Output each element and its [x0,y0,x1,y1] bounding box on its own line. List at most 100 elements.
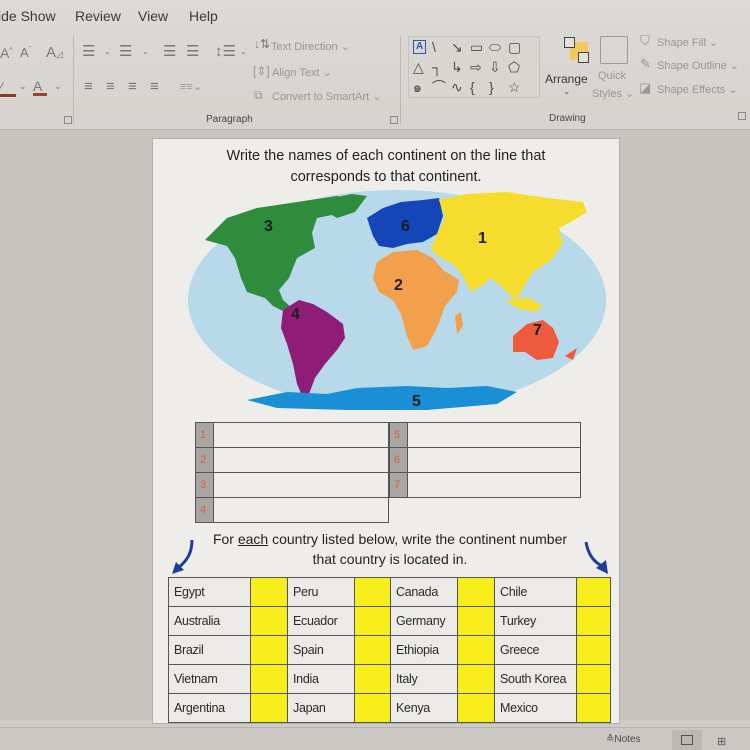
smartart-icon[interactable]: ⧉ [254,89,263,101]
continent-number-field[interactable] [576,664,611,694]
align-text-button[interactable]: Align Text ⌄ [272,66,332,79]
continent-number-field[interactable] [457,635,495,665]
tab-review[interactable]: Review [75,8,121,24]
quick-styles-button[interactable]: Quick Styles ⌄ [592,36,634,102]
ribbon: ide Show Review View Help A^ Aˇ A◿ ∕ ⌄ A… [0,0,750,130]
shape-option[interactable]: ⌒ [432,80,446,94]
slide-sorter-button[interactable]: ⊞ [708,730,738,750]
shape-fill-button[interactable]: Shape Fill ⌄ [657,36,718,49]
world-map [188,190,606,410]
tab-slide-show[interactable]: ide Show [0,8,56,24]
text-box-shape[interactable]: A [413,40,427,54]
shape-option[interactable]: ┐ [432,60,442,74]
continent-number-field[interactable] [354,635,391,665]
shrink-font-icon[interactable]: Aˇ [20,46,31,59]
shape-outline-icon[interactable]: ✎ [640,57,651,70]
shape-outline-button[interactable]: Shape Outline ⌄ [657,59,739,72]
continent-number-field[interactable] [576,693,611,723]
decrease-indent-icon[interactable]: ☰ [163,44,176,59]
continent-number-field[interactable] [250,635,288,665]
continent-label-4: 4 [291,306,300,323]
answer-field[interactable] [407,422,581,448]
drawing-dialog-launcher-icon[interactable] [738,112,746,120]
justify-icon[interactable]: ≡ [150,79,159,94]
clear-formatting-icon[interactable]: A◿ [46,45,63,60]
answer-field[interactable] [407,472,581,498]
drawing-group-label: Drawing [549,113,586,124]
shape-option[interactable]: { [470,80,475,94]
tab-view[interactable]: View [138,8,168,24]
chevron-down-icon[interactable]: ⌄ [240,48,247,56]
shape-fill-icon[interactable]: ⛉ [640,34,650,47]
numbering-icon[interactable]: ☰ [119,44,132,59]
normal-view-icon [681,735,693,745]
shape-option[interactable]: ⬠ [508,60,520,74]
text-direction-label: Text Direction [271,41,338,53]
grow-font-icon[interactable]: A^ [0,46,13,60]
shape-option[interactable]: ↳ [451,60,463,74]
continent-number-field[interactable] [457,606,495,636]
align-right-icon[interactable]: ≡ [128,79,137,94]
font-color-icon[interactable]: A [33,79,47,96]
chevron-down-icon[interactable]: ⌄ [54,82,62,91]
shape-option[interactable]: ∿ [451,80,463,94]
country-name: Turkey [494,606,577,636]
arrange-label: Arrange [545,72,588,86]
answer-field[interactable] [213,422,389,448]
continent-number-field[interactable] [576,606,611,636]
answer-field[interactable] [407,447,581,473]
shape-option[interactable]: } [489,80,494,94]
chevron-down-icon[interactable]: ⌄ [19,82,27,91]
continent-number-field[interactable] [354,606,391,636]
font-dialog-launcher-icon[interactable] [64,116,72,124]
shape-option[interactable]: \ [432,40,436,54]
continent-number-field[interactable] [354,664,391,694]
answer-field[interactable] [213,472,389,498]
continent-number-field[interactable] [250,664,288,694]
align-left-icon[interactable]: ≡ [84,79,93,94]
continent-number-field[interactable] [576,577,611,607]
shape-option[interactable]: △ [413,60,424,74]
continent-number-field[interactable] [250,577,288,607]
columns-icon[interactable]: ≡≡⌄ [180,82,202,93]
shape-option[interactable]: ▭ [470,40,483,54]
continent-number-field[interactable] [576,635,611,665]
shape-effects-icon[interactable]: ◪ [639,81,651,94]
shape-effects-button[interactable]: Shape Effects ⌄ [657,83,738,96]
continent-number-field[interactable] [457,693,495,723]
text-direction-icon[interactable]: ↓⇅ [254,38,270,50]
paragraph-dialog-launcher-icon[interactable] [390,116,398,124]
shape-option[interactable]: ↘ [451,40,463,54]
convert-smartart-button[interactable]: Convert to SmartArt ⌄ [272,90,381,103]
continent-number-field[interactable] [354,693,391,723]
text-direction-button[interactable]: Text Direction ⌄ [271,40,350,53]
shape-option[interactable]: ▢ [508,40,521,54]
shape-option[interactable]: ⇨ [470,60,482,74]
country-name: Greece [494,635,577,665]
shape-option[interactable]: ๑ [413,80,422,94]
quick-styles-label-2: Styles ⌄ [592,88,635,100]
continent-number-field[interactable] [250,693,288,723]
shape-option[interactable]: ☆ [508,80,521,94]
continent-number-field[interactable] [457,577,495,607]
line-spacing-icon[interactable]: ↕☰ [215,44,236,59]
continent-number-field[interactable] [457,664,495,694]
shape-option[interactable]: ⬭ [489,40,501,54]
notes-button[interactable]: ≙Notes [606,734,641,745]
chevron-down-icon[interactable]: ⌄ [104,48,111,56]
bullets-icon[interactable]: ☰ [82,44,95,59]
normal-view-button[interactable] [672,730,702,750]
align-text-icon[interactable]: [⇕] [253,65,270,77]
chevron-down-icon[interactable]: ⌄ [142,48,149,56]
highlight-color-icon[interactable]: ∕ [0,80,16,97]
continent-number-field[interactable] [354,577,391,607]
shapes-gallery[interactable]: A\↘▭⬭▢△┐↳⇨⇩⬠๑⌒∿{}☆ ^ ⌄ ▾ [408,36,540,98]
answer-field[interactable] [213,447,389,473]
continent-number-field[interactable] [250,606,288,636]
country-row: Australia Ecuador Germany Turkey [168,606,611,636]
shape-option[interactable]: ⇩ [489,60,501,74]
increase-indent-icon[interactable]: ☰ [186,44,199,59]
answer-field[interactable] [213,497,389,523]
align-center-icon[interactable]: ≡ [106,79,115,94]
tab-help[interactable]: Help [189,8,218,24]
